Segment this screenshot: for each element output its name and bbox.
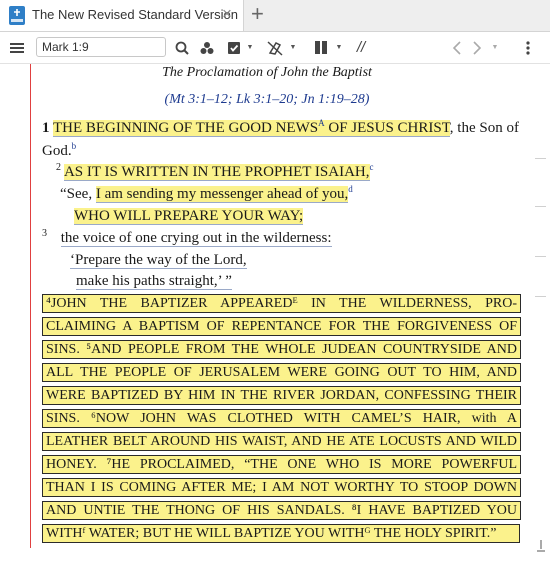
cross-references[interactable]: (Mt 3:1–12; Lk 3:1–20; Jn 1:19–28) [42,92,492,108]
verse-text: “See, [60,186,96,202]
highlighted-text: I am sending my messenger ahead of you, [95,186,349,203]
highlighted-text: THE BEGINNING OF THE GOOD NEWSA OF JESUS… [52,118,450,137]
scroll-marker [535,296,546,297]
reference-input[interactable] [36,37,166,57]
verse-3-line: ‘Prepare the way of the Lord, [70,250,247,270]
tab-nrsv[interactable]: The New Revised Standard Version × [0,0,244,31]
verse-text: ‘Prepare the way of the Lord, [70,252,247,269]
chevron-down-icon[interactable]: ▼ [245,32,255,63]
scroll-marker [535,206,546,207]
verse-2-line: 2 AS IT IS WRITTEN IN THE PROPHET ISAIAH… [56,162,374,182]
chevron-down-icon[interactable]: ▼ [490,32,500,63]
verse-number: 3 [42,228,47,239]
boxed-line: SINS. ⁶NOW JOHN WAS CLOTHED WITH CAMEL’S… [42,409,521,428]
boxed-line: AND UNTIE THE THONG OF HIS SANDALS. ⁸I H… [42,501,521,520]
highlighted-text: WHO WILL PREPARE YOUR WAY; [74,208,304,225]
new-tab-button[interactable]: + [251,2,264,26]
layout-columns-icon[interactable] [312,32,330,63]
visual-filters-icon[interactable] [198,32,216,63]
verse-3-line: 3 the voice of one crying out in the wil… [42,228,332,248]
checklist-icon[interactable] [225,32,243,63]
verse-1-line: God.b [42,141,76,161]
bible-app-icon [9,6,25,25]
menu-icon[interactable] [8,32,26,63]
boxed-line: WERE BAPTIZED BY HIM IN THE RIVER JORDAN… [42,386,521,405]
scroll-marker [535,256,546,257]
verse-text: God. [42,143,72,159]
boxed-line: ALL THE PEOPLE OF JERUSALEM WERE GOING O… [42,363,521,382]
toolbar: ▼ ▼ ▼ // ▼ [0,32,550,64]
boxed-line: SINS. ⁵AND PEOPLE FROM THE WHOLE JUDEAN … [42,340,521,359]
boxed-line: ⁴JOHN THE BAPTIZER APPEAREDᴱ IN THE WILD… [42,294,521,313]
scroll-grip-icon[interactable] [537,540,545,554]
verse-3-line: make his paths straight,’ ” [76,271,232,291]
search-icon[interactable] [174,32,190,63]
section-heading: The Proclamation of John the Baptist [162,65,372,80]
verse-text: , the Son of [449,120,519,136]
verse-2-line: “See, I am sending my messenger ahead of… [60,184,353,204]
footnote-marker[interactable]: d [348,184,353,194]
forward-arrow-icon[interactable] [470,32,484,63]
more-options-icon[interactable] [522,32,534,63]
margin-line [30,64,31,548]
verse-text: make his paths straight,’ ” [76,273,232,290]
boxed-line: LEATHER BELT AROUND HIS WAIST, AND HE AT… [42,432,521,451]
verse-2-line: WHO WILL PREPARE YOUR WAY; [74,206,304,226]
tab-bar: The New Revised Standard Version × + [0,0,550,32]
boxed-line: CLAIMING A BAPTISM OF REPENTANCE FOR THE… [42,317,521,336]
parallel-button[interactable]: // [352,32,370,63]
highlight-off-icon[interactable] [266,32,284,63]
verse-number: 2 [56,162,61,173]
chevron-down-icon[interactable]: ▼ [334,32,344,63]
scroll-marker [535,158,546,159]
reader-pane[interactable]: The Proclamation of John the Baptist (Mt… [0,64,550,565]
boxed-line: HONEY. ⁷HE PROCLAIMED, “THE ONE WHO IS M… [42,455,521,474]
tab-title: The New Revised Standard Version [32,7,238,22]
footnote-marker[interactable]: c [370,162,374,172]
footnote-marker[interactable]: b [72,141,77,151]
back-arrow-icon[interactable] [450,32,464,63]
boxed-line: WITHᶠ WATER; BUT HE WILL BAPTIZE YOU WIT… [42,524,520,543]
boxed-line: THAN I IS COMING AFTER ME; I AM NOT WORT… [42,478,521,497]
chevron-down-icon[interactable]: ▼ [288,32,298,63]
verse-1-line: 1 THE BEGINNING OF THE GOOD NEWSA OF JES… [42,118,519,138]
close-icon[interactable]: × [222,4,232,24]
verse-number: 1 [42,120,50,136]
verse-text: the voice of one crying out in the wilde… [60,230,332,247]
highlighted-text: AS IT IS WRITTEN IN THE PROPHET ISAIAH, [63,164,370,181]
scrollbar[interactable] [532,64,550,565]
